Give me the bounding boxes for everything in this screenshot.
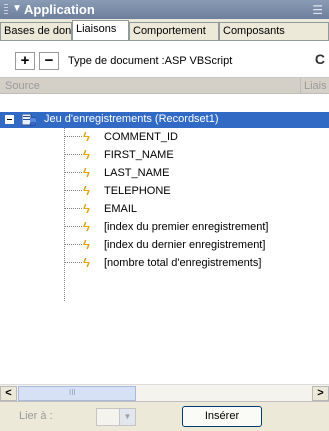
collapse-icon[interactable]: [5, 115, 14, 124]
refresh-icon[interactable]: C: [315, 51, 325, 67]
tab-strip: Bases de donn Liaisons Comportement Comp…: [0, 19, 329, 41]
tree-field-item[interactable]: ϟ [index du dernier enregistrement]: [0, 236, 329, 254]
bolt-icon: ϟ: [83, 165, 90, 180]
insert-button[interactable]: Insérer: [182, 406, 262, 427]
scrollbar-thumb[interactable]: [18, 386, 136, 401]
tree-field-item[interactable]: ϟ EMAIL: [0, 200, 329, 218]
column-source-header[interactable]: Source: [5, 80, 40, 92]
panel-title: Application: [24, 2, 95, 17]
column-binding-header[interactable]: Liais: [304, 80, 327, 92]
tab-databases[interactable]: Bases de donn: [0, 22, 72, 40]
column-header: Source Liais: [0, 77, 329, 94]
bolt-icon: ϟ: [83, 255, 90, 270]
bolt-icon: ϟ: [83, 237, 90, 252]
tab-behaviors[interactable]: Comportement: [129, 22, 219, 40]
bolt-icon: ϟ: [83, 147, 90, 162]
scroll-left-icon[interactable]: <: [0, 386, 17, 401]
add-binding-button[interactable]: +: [15, 52, 35, 70]
field-label: FIRST_NAME: [104, 149, 174, 161]
bolt-icon: ϟ: [83, 201, 90, 216]
field-label: LAST_NAME: [104, 167, 170, 179]
bolt-icon: ϟ: [83, 129, 90, 144]
bind-to-label: Lier à :: [19, 410, 53, 422]
tab-bindings[interactable]: Liaisons: [72, 20, 129, 40]
field-label: [nombre total d'enregistrements]: [104, 257, 262, 269]
bottom-bar: Lier à : ▼ Insérer: [0, 401, 329, 431]
tree-field-item[interactable]: ϟ TELEPHONE: [0, 182, 329, 200]
field-label: TELEPHONE: [104, 185, 171, 197]
tree-field-item[interactable]: ϟ LAST_NAME: [0, 164, 329, 182]
application-panel: ▼ Application ☰ Bases de donn Liaisons C…: [0, 0, 329, 431]
panel-options-icon[interactable]: ☰: [312, 3, 323, 17]
recordset-label: Jeu d'enregistrements (Recordset1): [44, 113, 219, 125]
tree-field-item[interactable]: ϟ [index du premier enregistrement]: [0, 218, 329, 236]
collapse-triangle-icon[interactable]: ▼: [12, 3, 22, 14]
bind-to-select[interactable]: ▼: [96, 408, 136, 426]
bolt-icon: ϟ: [83, 183, 90, 198]
tree-field-item[interactable]: ϟ [nombre total d'enregistrements]: [0, 254, 329, 272]
bindings-tree: Jeu d'enregistrements (Recordset1) ϟ COM…: [0, 94, 329, 384]
tab-components[interactable]: Composants: [219, 22, 329, 40]
tree-field-item[interactable]: ϟ FIRST_NAME: [0, 146, 329, 164]
toolbar: + − Type de document :ASP VBScript C: [0, 42, 329, 72]
field-label: [index du premier enregistrement]: [104, 221, 269, 233]
horizontal-scrollbar[interactable]: < >: [0, 384, 329, 401]
field-label: COMMENT_ID: [104, 131, 178, 143]
tree-field-item[interactable]: ϟ COMMENT_ID: [0, 128, 329, 146]
panel-titlebar[interactable]: ▼ Application ☰: [0, 0, 329, 19]
remove-binding-button[interactable]: −: [39, 52, 59, 70]
grip-icon[interactable]: [4, 4, 8, 15]
bolt-icon: ϟ: [83, 219, 90, 234]
field-label: EMAIL: [104, 203, 138, 215]
chevron-down-icon[interactable]: ▼: [119, 409, 135, 425]
scroll-right-icon[interactable]: >: [312, 386, 329, 401]
document-type-label: Type de document :ASP VBScript: [68, 55, 233, 67]
field-label: [index du dernier enregistrement]: [104, 239, 266, 251]
column-divider[interactable]: [300, 78, 301, 94]
recordset-icon: [22, 114, 36, 126]
